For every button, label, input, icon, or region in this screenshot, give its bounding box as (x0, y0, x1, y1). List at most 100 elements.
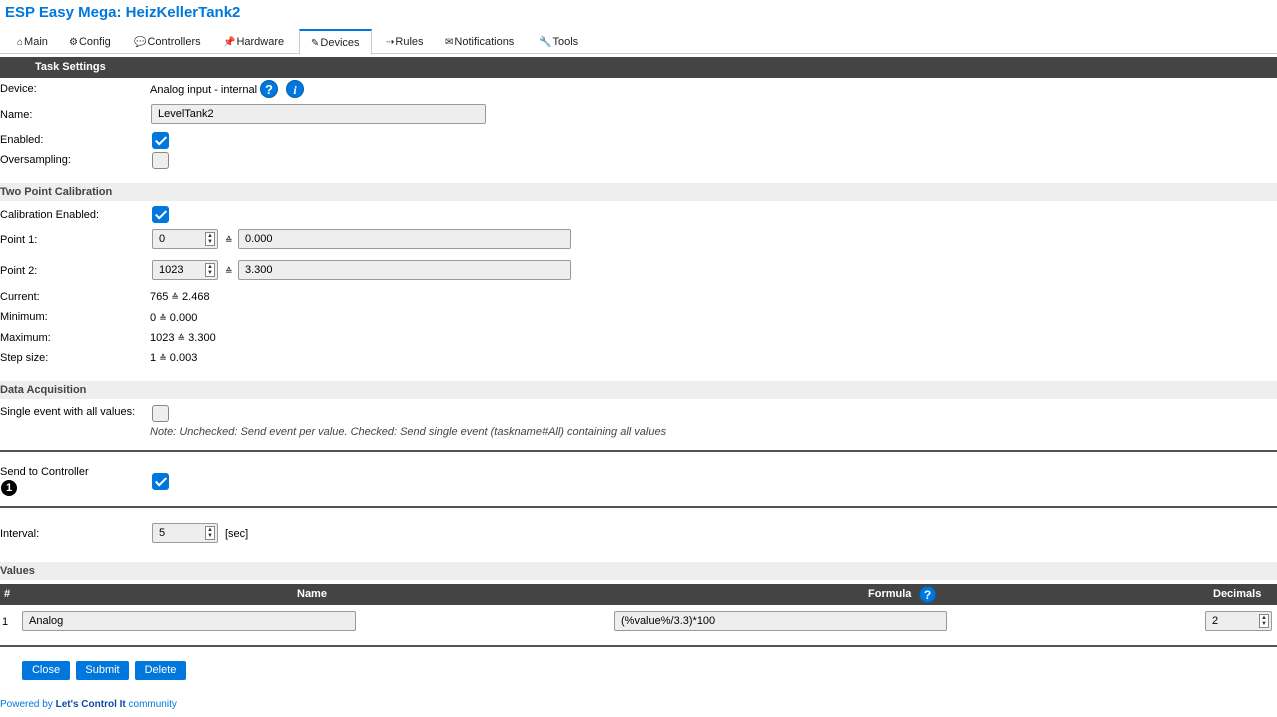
footer-suffix: community (125, 699, 177, 710)
minimum-value: 0.000 (169, 312, 198, 324)
tab-notifications[interactable]: ✉Notifications (445, 34, 514, 52)
oversampling-label: Oversampling: (0, 154, 71, 166)
approx-symbol: ≙ (159, 353, 167, 363)
formula-help-icon[interactable]: ? (919, 586, 936, 603)
approx-symbol: ≙ (225, 266, 233, 276)
interval-stepper[interactable]: 5 ▲ ▼ (152, 523, 218, 543)
tab-rules[interactable]: ⇢Rules (386, 34, 424, 52)
single-event-label: Single event with all values: (0, 406, 136, 418)
tab-controllers[interactable]: 💬Controllers (134, 34, 201, 52)
value-name-input[interactable]: Analog (22, 611, 356, 631)
point2-label: Point 2: (0, 265, 38, 277)
calibration-title: Two Point Calibration (0, 186, 113, 198)
help-icon-glyph: ? (265, 82, 273, 97)
approx-symbol: ≙ (159, 313, 167, 323)
maximum-label: Maximum: (0, 332, 51, 344)
help-icon[interactable]: ? (260, 80, 278, 98)
send-to-controller-checkbox[interactable] (152, 473, 169, 490)
name-input[interactable]: LevelTank2 (151, 104, 486, 124)
column-num: # (4, 588, 11, 600)
step-value: 0.003 (169, 352, 198, 364)
pencil-icon: ✎ (311, 38, 320, 49)
enabled-label: Enabled: (0, 134, 44, 146)
step-adc: 1 (150, 352, 157, 364)
name-label: Name: (0, 109, 33, 121)
calibration-enabled-checkbox[interactable] (152, 206, 169, 223)
point2-adc-stepper[interactable]: 1023 ▲ ▼ (152, 260, 218, 280)
point2-value-input[interactable]: 3.300 (238, 260, 571, 280)
task-settings-title: Task Settings (35, 61, 106, 73)
stepper-arrows-icon[interactable]: ▲ ▼ (205, 232, 215, 246)
footer-link[interactable]: Let's Control It (56, 699, 126, 710)
send-to-controller-label: Send to Controller (0, 466, 89, 478)
tab-config-label: Config (78, 36, 111, 48)
acquisition-header: Data Acquisition (0, 381, 1277, 399)
device-label: Device: (0, 83, 37, 95)
approx-symbol: ≙ (225, 235, 233, 245)
tab-hardware-label: Hardware (236, 36, 285, 48)
wrench-icon: 🔧 (539, 37, 552, 48)
interval-unit: [sec] (225, 528, 249, 540)
divider (0, 450, 1277, 452)
calibration-enabled-label: Calibration Enabled: (0, 209, 100, 221)
maximum-adc: 1023 (150, 332, 175, 344)
chat-icon: 💬 (134, 37, 147, 48)
stepper-arrows-icon[interactable]: ▲ ▼ (205, 526, 215, 540)
device-value: Analog input - internal (150, 84, 258, 96)
values-title: Values (0, 565, 35, 577)
tab-tools[interactable]: 🔧Tools (539, 34, 578, 52)
decimals-stepper[interactable]: 2 ▲ ▼ (1205, 611, 1272, 631)
interval-value: 5 (159, 527, 166, 539)
info-icon[interactable]: i (286, 80, 304, 98)
delete-button[interactable]: Delete (135, 661, 186, 680)
tab-main[interactable]: ⌂Main (17, 34, 48, 52)
single-event-checkbox[interactable] (152, 405, 169, 422)
point1-adc-value: 0 (159, 233, 166, 245)
column-decimals: Decimals (1213, 588, 1262, 600)
divider (0, 645, 1277, 647)
values-header: Values (0, 562, 1277, 580)
current-reading: 765 ≙ 2.468 (150, 291, 210, 303)
footer: Powered by Let's Control It community (0, 699, 177, 710)
decimals-value: 2 (1212, 615, 1219, 627)
help-icon-glyph: ? (923, 588, 932, 602)
stepper-arrows-icon[interactable]: ▲ ▼ (1259, 614, 1269, 628)
current-value: 2.468 (182, 291, 210, 303)
divider (0, 506, 1277, 508)
arrow-icon: ⇢ (386, 37, 395, 48)
page-title: ESP Easy Mega: HeizKellerTank2 (5, 4, 241, 21)
table-row: 1 Analog (%value%/3.3)*100 2 ▲ ▼ (0, 606, 1277, 636)
minimum-reading: 0 ≙ 0.000 (150, 312, 197, 324)
tab-main-label: Main (24, 36, 48, 48)
oversampling-checkbox[interactable] (152, 152, 169, 169)
footer-prefix: Powered by (0, 699, 56, 710)
tab-notifications-label: Notifications (454, 36, 515, 48)
gear-icon: ⚙ (69, 37, 78, 48)
approx-symbol: ≙ (177, 333, 186, 343)
maximum-reading: 1023 ≙ 3.300 (150, 332, 216, 344)
column-formula: Formula (868, 588, 912, 600)
tab-devices[interactable]: ✎Devices (299, 29, 372, 55)
acquisition-title: Data Acquisition (0, 384, 87, 396)
tab-devices-label: Devices (320, 37, 360, 49)
point1-value-input[interactable]: 0.000 (238, 229, 571, 249)
approx-symbol: ≙ (171, 292, 179, 302)
value-formula-input[interactable]: (%value%/3.3)*100 (614, 611, 947, 631)
point1-adc-stepper[interactable]: 0 ▲ ▼ (152, 229, 218, 249)
current-adc: 765 (150, 291, 169, 303)
point2-adc-value: 1023 (159, 264, 184, 276)
submit-button[interactable]: Submit (76, 661, 129, 680)
tab-bar: ⌂Main ⚙Config 💬Controllers 📌Hardware ✎De… (0, 29, 1277, 55)
home-icon: ⌂ (17, 37, 24, 48)
info-icon-glyph: i (293, 83, 297, 97)
tab-config[interactable]: ⚙Config (69, 34, 111, 52)
close-button[interactable]: Close (22, 661, 70, 680)
enabled-checkbox[interactable] (152, 132, 169, 149)
values-table-header: # Name Formula Decimals (0, 584, 1277, 605)
tab-tools-label: Tools (552, 36, 579, 48)
stepper-arrows-icon[interactable]: ▲ ▼ (205, 263, 215, 277)
tab-controllers-label: Controllers (147, 36, 201, 48)
pin-icon: 📌 (223, 37, 236, 48)
tab-hardware[interactable]: 📌Hardware (223, 34, 284, 52)
calibration-header: Two Point Calibration (0, 183, 1277, 201)
